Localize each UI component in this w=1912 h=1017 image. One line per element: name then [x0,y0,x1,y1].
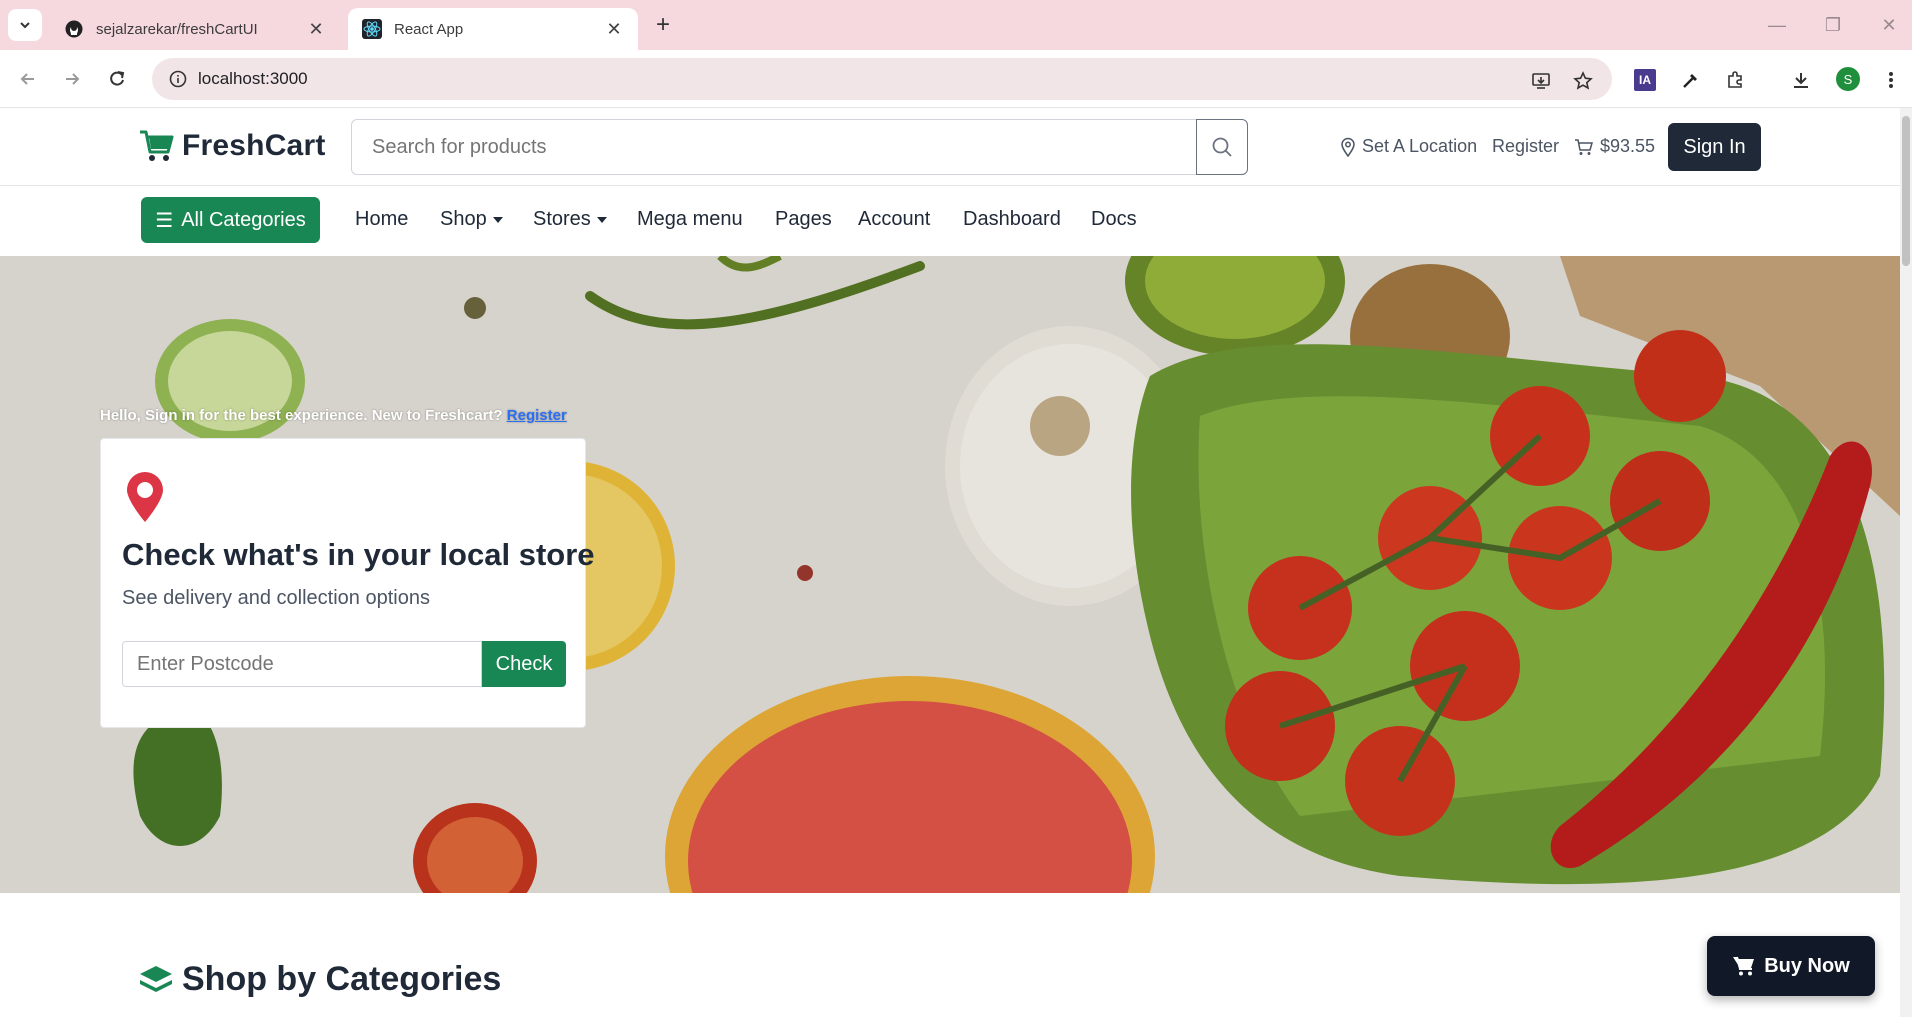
greeting-register-link[interactable]: Register [507,407,567,424]
eyedropper-icon[interactable] [1676,65,1706,95]
map-pin-icon [127,472,163,522]
cart-logo-icon [140,130,174,161]
minimize-icon[interactable]: — [1762,10,1792,40]
main-nav: ☰ All Categories Home Shop Stores Mega m… [0,187,1900,255]
nav-item-dashboard[interactable]: Dashboard [963,208,1061,231]
cart-icon [1733,956,1755,976]
cart-link[interactable]: $93.55 [1574,136,1655,157]
section-title-text: Shop by Categories [182,960,502,998]
reload-icon[interactable] [101,63,133,95]
search-button[interactable] [1196,119,1248,175]
check-button[interactable]: Check [482,641,566,687]
search-bar [351,119,1248,175]
extension-ia-icon[interactable]: IA [1630,65,1660,95]
bookmark-star-icon[interactable] [1568,66,1598,96]
nav-item-shop[interactable]: Shop [440,208,503,231]
address-bar[interactable]: localhost:3000 [152,58,1612,100]
tab-github[interactable]: sejalzarekar/freshCartUI ✕ [50,8,340,50]
tab-title: sejalzarekar/freshCartUI [96,20,258,38]
greeting-text: Hello, Sign in for the best experience. … [100,407,503,424]
close-icon[interactable]: ✕ [306,19,326,39]
caret-down-icon [596,216,607,223]
nav-label: Account [858,208,931,230]
hero-banner: Hello, Sign in for the best experience. … [0,256,1900,893]
postcode-input[interactable] [122,641,482,687]
browser-toolbar: localhost:3000 IA [0,50,1912,108]
local-store-card: Check what's in your local store See del… [100,438,595,728]
site-header: FreshCart Set A Location Register $93.55… [0,108,1900,186]
chevron-down-icon [20,22,30,29]
nav-label: Dashboard [963,208,1061,230]
nav-item-mega-menu[interactable]: Mega menu [637,208,743,231]
search-icon [1212,137,1232,157]
scrollbar-thumb[interactable] [1902,116,1910,266]
download-icon[interactable] [1786,65,1816,95]
forward-icon[interactable] [56,63,88,95]
restore-icon[interactable]: ❐ [1818,10,1848,40]
buy-now-button[interactable]: Buy Now [1707,936,1875,996]
shop-by-categories-heading: Shop by Categories [138,960,501,999]
set-location-link[interactable]: Set A Location [1340,136,1477,157]
install-app-icon[interactable] [1526,66,1556,96]
web-page: FreshCart Set A Location Register $93.55… [0,108,1900,1017]
new-tab-icon[interactable]: + [650,11,676,38]
register-link[interactable]: Register [1492,136,1559,157]
all-categories-button[interactable]: ☰ All Categories [141,197,320,243]
cart-total: $93.55 [1600,136,1656,156]
kebab-menu-icon[interactable] [1876,65,1906,95]
register-label: Register [1492,136,1560,156]
search-input[interactable] [351,119,1196,175]
close-icon[interactable]: ✕ [604,19,624,39]
location-pin-icon [1341,137,1355,157]
tab-search-button[interactable] [8,9,42,41]
set-location-label: Set A Location [1362,136,1478,156]
extension-label: IA [1634,69,1656,91]
github-icon [64,19,84,39]
profile-avatar[interactable]: S [1836,67,1860,91]
sign-in-button[interactable]: Sign In [1668,123,1761,171]
hero-greeting: Hello, Sign in for the best experience. … [100,407,567,424]
brand-name: FreshCart [182,129,326,162]
window-close-icon[interactable]: ✕ [1874,10,1904,40]
nav-item-home[interactable]: Home [355,208,408,231]
browser-tab-bar: sejalzarekar/freshCartUI ✕ React App ✕ +… [0,0,1912,50]
nav-label: Home [355,208,409,230]
extensions-puzzle-icon[interactable] [1720,65,1750,95]
nav-item-account[interactable]: Account [858,208,930,231]
site-info-icon[interactable] [158,70,198,88]
nav-label: Mega menu [637,208,743,230]
buy-now-label: Buy Now [1764,954,1850,977]
tab-title: React App [394,20,464,38]
nav-item-pages[interactable]: Pages [775,208,832,231]
tab-react-app[interactable]: React App ✕ [348,8,638,50]
card-subtitle: See delivery and collection options [122,587,430,609]
url-text: localhost:3000 [198,69,308,88]
caret-down-icon [492,216,503,223]
back-icon[interactable] [12,63,44,95]
layers-icon [140,965,172,992]
nav-label: Shop [440,208,487,230]
nav-label: Pages [775,208,832,230]
page-scrollbar[interactable] [1900,108,1912,1017]
nav-item-stores[interactable]: Stores [533,208,607,231]
nav-label: Stores [533,208,591,230]
hamburger-icon: ☰ [155,209,174,232]
react-icon [362,19,382,39]
nav-label: Docs [1091,208,1137,230]
nav-item-docs[interactable]: Docs [1091,208,1137,231]
brand-logo[interactable]: FreshCart [138,128,326,164]
cart-icon [1575,138,1593,155]
card-title: Check what's in your local store [122,537,595,572]
all-categories-label: All Categories [181,208,306,231]
